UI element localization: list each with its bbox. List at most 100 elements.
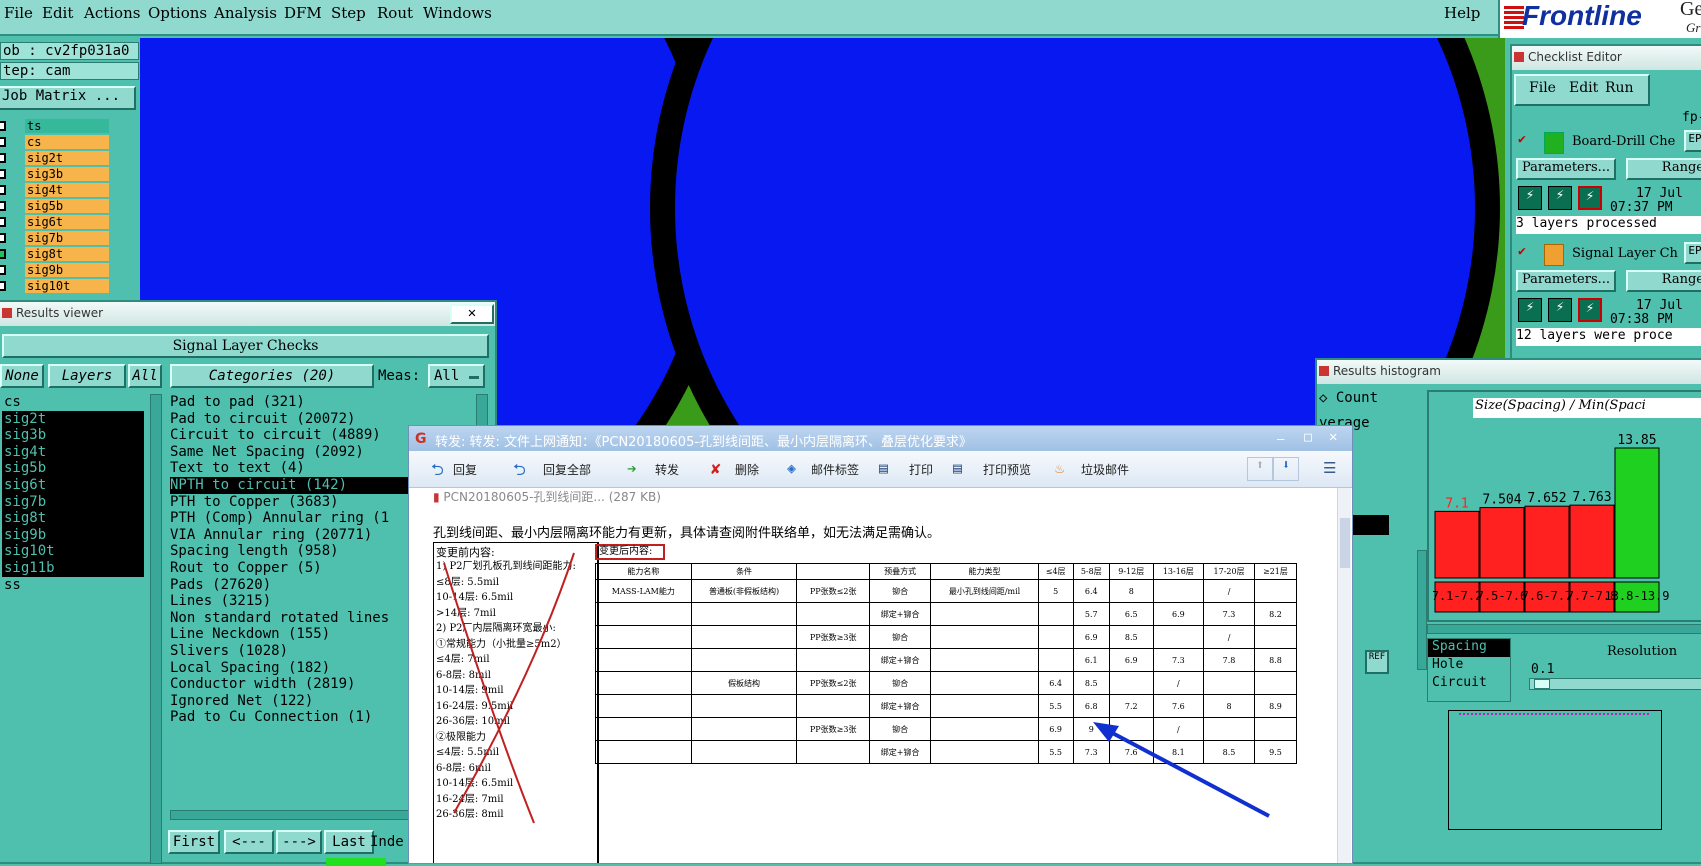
check-2-parameters-button[interactable]: Parameters... [1516, 270, 1616, 292]
check-2-run-icon-a[interactable]: ⚡ [1518, 298, 1542, 322]
check-2-checkbox[interactable]: ✔ [1518, 245, 1532, 260]
histogram-bar[interactable] [1434, 510, 1480, 579]
layer-name[interactable]: ts [25, 119, 109, 133]
tag-button[interactable]: 邮件标签 [811, 461, 859, 478]
check-1-name[interactable]: Board-Drill Che [1572, 134, 1675, 149]
categories-hscrollbar[interactable] [170, 810, 410, 820]
categories-button[interactable]: Categories (20) [170, 364, 374, 388]
layer-name[interactable]: sig9b [25, 263, 109, 277]
layer-name[interactable]: sig4t [25, 183, 109, 197]
type-item[interactable]: Hole [1428, 657, 1510, 675]
resolution-slider[interactable] [1529, 678, 1701, 690]
results-layer-item[interactable]: sig5b [2, 460, 144, 477]
next-button[interactable]: ---> [276, 830, 322, 854]
histogram-option[interactable]: ◇ Count [1319, 390, 1378, 410]
results-layer-item[interactable]: cs [2, 394, 144, 411]
check-1-range-button[interactable]: Range [1626, 158, 1701, 180]
layer-checkbox[interactable] [0, 233, 6, 243]
down-arrow-icon[interactable]: ⬇ [1273, 457, 1299, 481]
checklist-menu-run[interactable]: Run [1605, 80, 1634, 96]
print-preview-button[interactable]: 打印预览 [983, 461, 1031, 478]
layer-checkbox[interactable] [0, 249, 6, 259]
menu-windows[interactable]: Windows [423, 4, 492, 22]
check-2-run-icon-c[interactable]: ⚡ [1578, 298, 1602, 322]
job-matrix-button[interactable]: Job Matrix ... [0, 86, 136, 110]
layers-scrollbar[interactable] [150, 394, 162, 864]
delete-button[interactable]: 删除 [735, 461, 759, 478]
none-button[interactable]: None [0, 364, 44, 388]
all-button[interactable]: All [128, 364, 162, 388]
results-layer-item[interactable]: sig7b [2, 493, 144, 511]
layer-row[interactable]: sig9b [0, 262, 140, 278]
layer-checkbox[interactable] [0, 153, 6, 163]
check-1-ep[interactable]: EP [1684, 130, 1701, 152]
check-1-run-icon-c[interactable]: ⚡ [1578, 186, 1602, 210]
results-layer-item[interactable]: sig11b [2, 559, 144, 577]
menu-options[interactable]: Options [148, 4, 207, 22]
layer-name[interactable]: sig3b [25, 167, 109, 181]
results-layer-item[interactable]: ss [2, 577, 144, 594]
layer-row[interactable]: sig7b [0, 230, 140, 246]
layer-name[interactable]: sig5b [25, 199, 109, 213]
menu-analysis[interactable]: Analysis [214, 4, 277, 22]
scroll-thumb[interactable] [1340, 518, 1350, 568]
layer-checkbox[interactable] [0, 217, 6, 227]
menu-step[interactable]: Step [331, 4, 366, 22]
print-button[interactable]: 打印 [909, 461, 933, 478]
check-1-run-icon-a[interactable]: ⚡ [1518, 186, 1542, 210]
layer-name[interactable]: sig10t [25, 279, 109, 293]
layer-row[interactable]: sig10t [0, 278, 140, 294]
check-2-run-icon-b[interactable]: ⚡ [1548, 298, 1572, 322]
results-layer-item[interactable]: sig4t [2, 443, 144, 461]
menu-file[interactable]: File [4, 4, 33, 22]
menu-edit[interactable]: Edit [42, 4, 73, 22]
layer-row[interactable]: sig4t [0, 182, 140, 198]
layer-checkbox[interactable] [0, 185, 6, 195]
check-1-run-icon-b[interactable]: ⚡ [1548, 186, 1572, 210]
attachment-row[interactable]: ▮ PCN20180605-孔到线间距... (287 KB) [433, 488, 661, 505]
layer-name[interactable]: sig6t [25, 215, 109, 229]
type-item[interactable]: Circuit [1428, 675, 1510, 693]
email-scrollbar[interactable] [1337, 488, 1351, 863]
layer-checkbox[interactable] [0, 281, 6, 291]
results-layer-item[interactable]: sig3b [2, 427, 144, 444]
check-2-range-button[interactable]: Range [1626, 270, 1701, 292]
layer-name[interactable]: sig8t [25, 247, 109, 261]
close-icon[interactable]: ✕ [1329, 429, 1337, 445]
layer-row[interactable]: sig6t [0, 214, 140, 230]
checklist-menu-edit[interactable]: Edit [1569, 80, 1598, 96]
menu-rout[interactable]: Rout [377, 4, 413, 22]
layer-checkbox[interactable] [0, 265, 6, 275]
histogram-bar[interactable] [1524, 505, 1570, 579]
list-menu-icon[interactable]: ☰ [1323, 459, 1336, 477]
histogram-options-scrollbar[interactable] [1417, 550, 1427, 670]
results-layer-item[interactable]: sig8t [2, 510, 144, 527]
layer-checkbox[interactable] [0, 169, 6, 179]
ref-button[interactable]: REF [1365, 650, 1389, 674]
first-button[interactable]: First [168, 830, 220, 854]
layers-button[interactable]: Layers [48, 364, 126, 388]
close-button[interactable]: ✕ [450, 304, 494, 324]
prev-button[interactable]: <--- [224, 830, 274, 854]
meas-select[interactable]: All [428, 364, 485, 388]
check-1-parameters-button[interactable]: Parameters... [1516, 158, 1616, 180]
histogram-chart[interactable]: 7.17.1-7.27.5047.5-7.67.6527.6-7.77.7637… [1433, 418, 1701, 618]
histogram-bar[interactable] [1479, 507, 1525, 579]
layer-row[interactable]: sig5b [0, 198, 140, 214]
check-2-ep[interactable]: EP [1684, 242, 1701, 264]
layer-row[interactable]: sig8t [0, 246, 140, 262]
up-arrow-icon[interactable]: ⬆ [1247, 457, 1273, 481]
last-button[interactable]: Last [324, 830, 374, 854]
minimize-icon[interactable]: — [1277, 432, 1284, 446]
type-item[interactable]: Spacing [1428, 639, 1510, 657]
slider-handle[interactable] [1534, 679, 1550, 689]
reply-all-button[interactable]: 回复全部 [543, 461, 591, 478]
check-1-checkbox[interactable]: ✔ [1518, 133, 1532, 148]
menu-actions[interactable]: Actions [84, 4, 140, 22]
results-layer-item[interactable]: sig6t [2, 476, 144, 494]
results-layer-item[interactable]: sig2t [2, 410, 144, 428]
results-layer-item[interactable]: sig9b [2, 526, 144, 544]
layer-row[interactable]: sig3b [0, 166, 140, 182]
layer-row[interactable]: sig2t [0, 150, 140, 166]
histogram-bar[interactable] [1569, 504, 1615, 579]
